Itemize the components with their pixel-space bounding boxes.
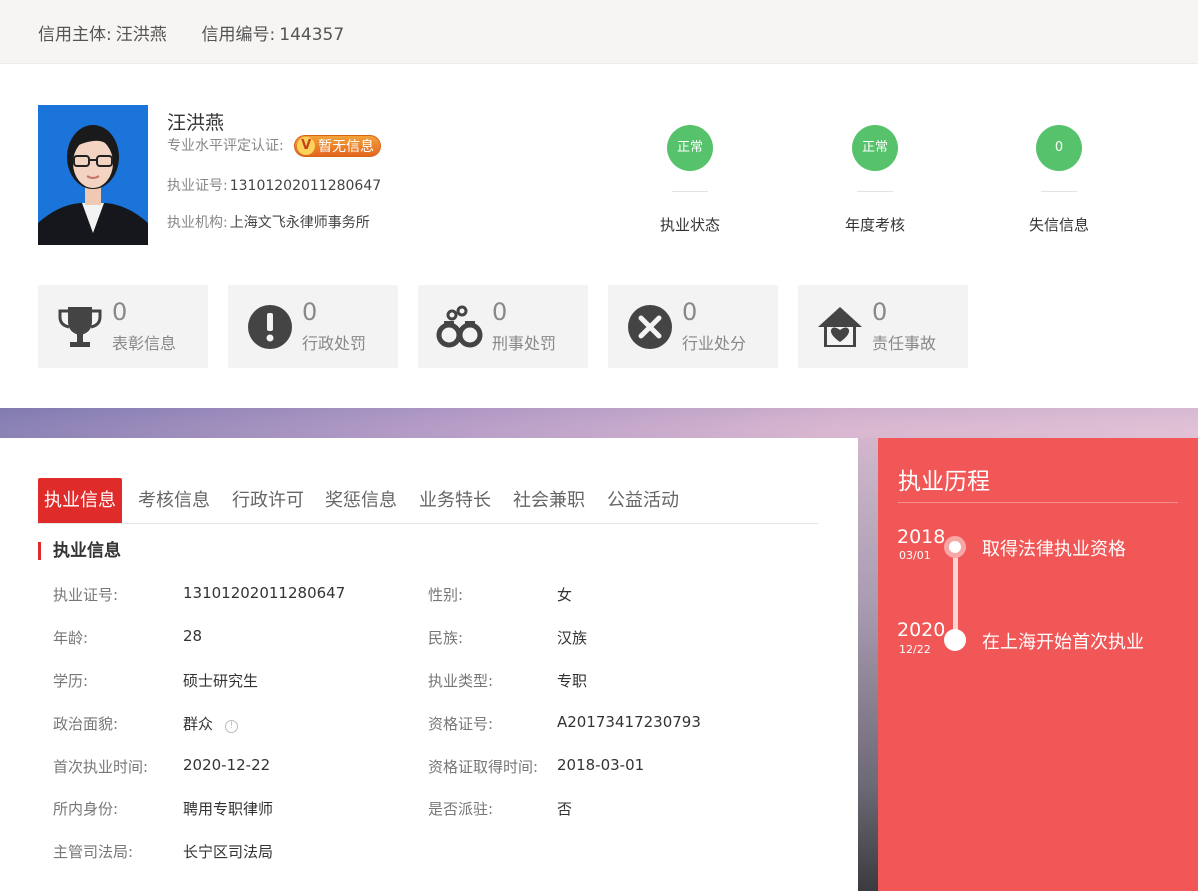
field-value: 2018-03-01 (557, 756, 645, 774)
card-count: 0 (682, 298, 698, 326)
field-label: 主管司法局: (53, 843, 134, 861)
status-annual-review[interactable]: 正常 年度考核 (815, 125, 935, 235)
card-admin-penalty[interactable]: 0 行政处罚 (228, 285, 398, 368)
org-value: 上海文飞永律师事务所 (229, 215, 370, 231)
status-dishonesty[interactable]: 0 失信信息 (999, 125, 1119, 235)
license-label: 执业证号: (167, 178, 228, 194)
org-row: 执业机构: 上海文飞永律师事务所 (167, 212, 370, 232)
field-value: 汉族 (557, 629, 588, 647)
verified-icon: V (297, 137, 316, 155)
cert-badge: V 暂无信息 (294, 135, 382, 157)
subject-label: 信用主体: (38, 25, 112, 45)
subject-value: 汪洪燕 (115, 25, 167, 45)
lawyer-name: 汪洪燕 (167, 112, 225, 134)
field-value: 专职 (557, 672, 588, 690)
status-label: 执业状态 (659, 216, 720, 234)
card-label: 行业处分 (682, 334, 747, 353)
field-value: 2020-12-22 (183, 756, 271, 774)
field-value: 否 (557, 800, 573, 818)
card-count: 0 (302, 298, 318, 326)
status-label: 年度考核 (844, 216, 905, 234)
field-label: 性别: (428, 586, 464, 604)
credit-header: 信用主体: 汪洪燕 信用编号: 144357 (0, 0, 1198, 64)
field-value: 28 (183, 627, 203, 645)
timeline-title: 执业历程 (898, 469, 990, 495)
card-industry-sanction[interactable]: 0 行业处分 (608, 285, 778, 368)
card-label: 刑事处罚 (492, 334, 557, 353)
field-label: 政治面貌: (53, 715, 119, 733)
card-count: 0 (872, 298, 888, 326)
field-value-political: 群众! (183, 713, 239, 734)
card-label: 责任事故 (872, 334, 937, 353)
field-label: 首次执业时间: (53, 758, 149, 776)
cert-label: 专业水平评定认证: (167, 138, 284, 154)
timeline-date: 12/22 (899, 643, 931, 656)
field-label: 所内身份: (53, 800, 119, 818)
cert-row: 专业水平评定认证: V 暂无信息 (167, 135, 382, 157)
tab-rewards-penalties[interactable]: 奖惩信息 (319, 478, 403, 523)
info-icon[interactable]: ! (225, 720, 239, 733)
tab-social-roles[interactable]: 社会兼职 (507, 478, 591, 523)
license-value: 13101202011280647 (229, 178, 382, 194)
field-label: 是否派驻: (428, 800, 494, 818)
field-label: 资格证号: (428, 715, 494, 733)
timeline-line (953, 546, 958, 641)
tab-practice-info[interactable]: 执业信息 (38, 478, 122, 523)
field-value: 硕士研究生 (183, 672, 259, 690)
field-label: 年龄: (53, 629, 89, 647)
tab-review-info[interactable]: 考核信息 (132, 478, 216, 523)
code-value: 144357 (279, 25, 345, 45)
tab-admin-license[interactable]: 行政许可 (226, 478, 310, 523)
card-label: 表彰信息 (112, 334, 177, 353)
timeline-dot (944, 629, 966, 651)
timeline-event: 在上海开始首次执业 (982, 632, 1144, 653)
field-label: 执业证号: (53, 586, 119, 604)
card-commendation[interactable]: 0 表彰信息 (38, 285, 208, 368)
status-circle: 0 (1036, 125, 1082, 171)
timeline-year: 2020 (897, 619, 946, 641)
code-label: 信用编号: (201, 25, 276, 45)
card-count: 0 (492, 298, 508, 326)
x-circle-icon (628, 305, 672, 349)
field-value: 聘用专职律师 (183, 800, 274, 818)
field-label: 民族: (428, 629, 464, 647)
license-row: 执业证号: 13101202011280647 (167, 175, 381, 195)
exclamation-icon (248, 305, 292, 349)
tab-bar: 执业信息 考核信息 行政许可 奖惩信息 业务特长 社会兼职 公益活动 (38, 478, 818, 524)
status-circle: 正常 (667, 125, 713, 171)
timeline-dot (944, 536, 966, 558)
field-value: 13101202011280647 (183, 584, 346, 602)
info-panel: 执业信息 考核信息 行政许可 奖惩信息 业务特长 社会兼职 公益活动 执业信息 … (0, 438, 858, 891)
timeline-year: 2018 (897, 526, 946, 548)
status-label: 失信信息 (1028, 216, 1089, 234)
tab-specialties[interactable]: 业务特长 (413, 478, 497, 523)
timeline-date: 03/01 (899, 549, 931, 562)
section-title: 执业信息 (38, 542, 121, 560)
tab-public-welfare[interactable]: 公益活动 (601, 478, 685, 523)
field-value: A20173417230793 (557, 713, 701, 731)
status-practice[interactable]: 正常 执业状态 (630, 125, 750, 235)
house-heart-icon (818, 307, 862, 347)
org-label: 执业机构: (167, 215, 228, 231)
field-label: 资格证取得时间: (428, 758, 539, 776)
status-circle: 正常 (852, 125, 898, 171)
career-timeline: 执业历程 2018 03/01 取得法律执业资格 2020 12/22 在上海开… (878, 438, 1198, 891)
profile-photo (38, 105, 148, 245)
card-liability-accident[interactable]: 0 责任事故 (798, 285, 968, 368)
trophy-icon (58, 307, 102, 347)
field-label: 学历: (53, 672, 89, 690)
field-value: 长宁区司法局 (183, 843, 274, 861)
card-label: 行政处罚 (302, 334, 367, 353)
field-value: 女 (557, 586, 573, 604)
timeline-event: 取得法律执业资格 (982, 539, 1126, 560)
handcuffs-icon (436, 305, 483, 348)
card-count: 0 (112, 298, 128, 326)
field-label: 执业类型: (428, 672, 494, 690)
card-criminal-penalty[interactable]: 0 刑事处罚 (418, 285, 588, 368)
